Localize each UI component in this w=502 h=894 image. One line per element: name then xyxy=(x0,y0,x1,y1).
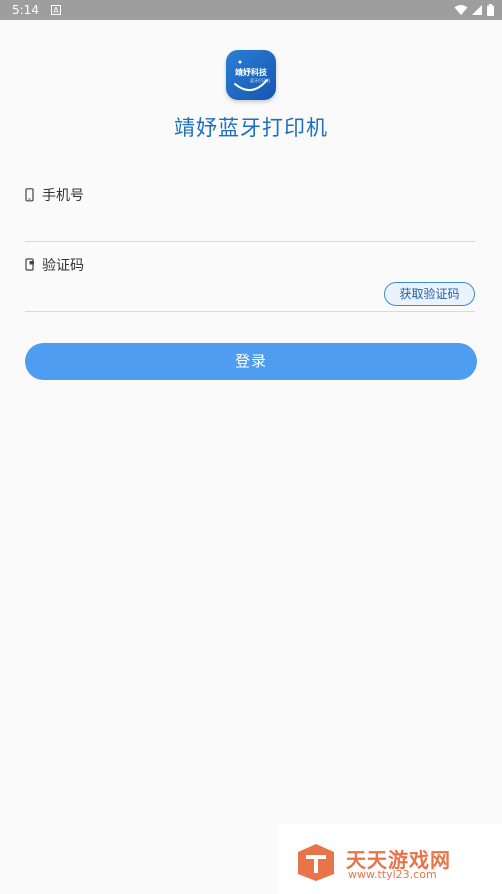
phone-field: 手机号 xyxy=(25,184,475,242)
sms-icon xyxy=(25,258,34,271)
watermark: 天天游戏网 www.ttyl23.com xyxy=(278,824,502,894)
login-button[interactable]: 登录 xyxy=(25,343,477,380)
a-box-icon: A xyxy=(50,5,61,15)
app-title: 靖妤蓝牙打印机 xyxy=(174,116,328,140)
app-logo: 靖妤科技 蓝牙打印机 xyxy=(226,50,276,100)
battery-icon xyxy=(487,4,494,16)
get-code-button[interactable]: 获取验证码 xyxy=(384,282,475,306)
wifi-icon xyxy=(454,5,468,15)
status-icons xyxy=(454,4,494,16)
status-bar: 5:14 A xyxy=(0,0,502,20)
code-input[interactable] xyxy=(25,282,365,306)
code-label: 验证码 xyxy=(42,258,84,274)
phone-label-row: 手机号 xyxy=(25,184,475,206)
status-time: 5:14 xyxy=(12,3,39,17)
code-label-row: 验证码 xyxy=(25,254,475,276)
logo-subtext: 蓝牙打印机 xyxy=(250,78,270,83)
phone-underline xyxy=(25,241,475,242)
code-underline xyxy=(25,311,475,312)
phone-label: 手机号 xyxy=(42,188,84,204)
code-field: 验证码 获取验证码 xyxy=(25,254,475,312)
phone-input[interactable] xyxy=(25,212,365,236)
logo-text: 靖妤科技 xyxy=(235,68,267,77)
watermark-url: www.ttyl23.com xyxy=(348,868,437,881)
watermark-logo-icon xyxy=(298,844,334,881)
phone-icon xyxy=(25,188,34,202)
signal-icon xyxy=(472,5,482,15)
